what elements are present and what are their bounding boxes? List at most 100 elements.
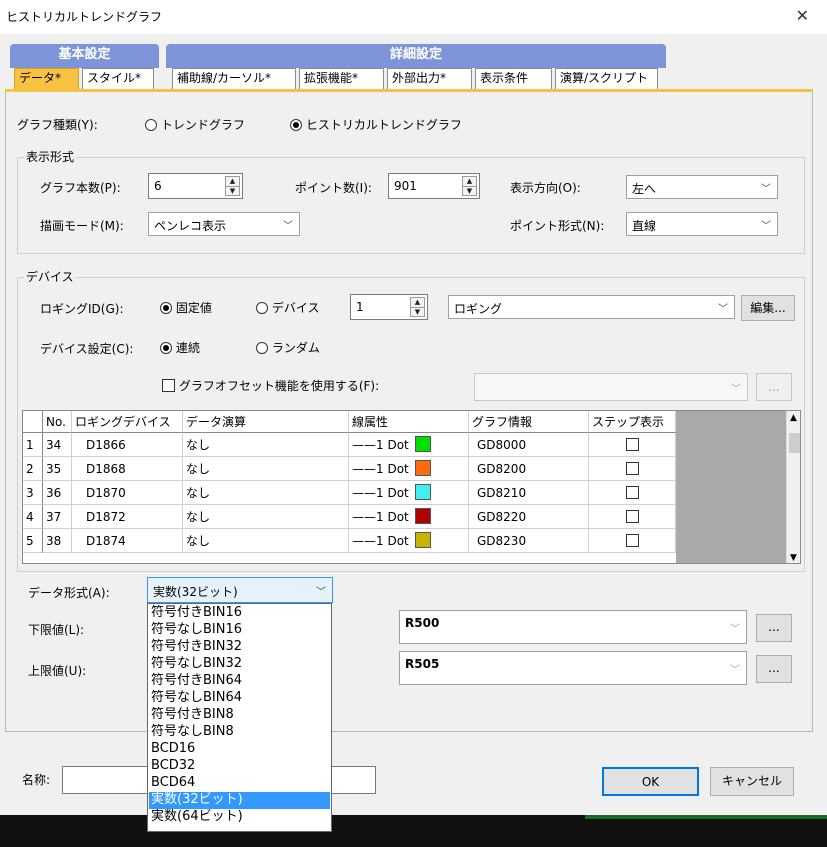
spin-up-icon[interactable]: ▲ xyxy=(226,177,239,187)
cell-calc[interactable]: なし xyxy=(183,433,349,457)
color-swatch[interactable] xyxy=(414,484,431,500)
radio-historical-trend-graph[interactable]: ヒストリカルトレンドグラフ xyxy=(290,116,462,133)
radio-button-icon[interactable] xyxy=(290,119,302,131)
cell-line[interactable]: ——1 Dot xyxy=(349,457,469,481)
tab-external-output[interactable]: 外部出力* xyxy=(387,68,472,89)
spin-buttons[interactable]: ▲ ▼ xyxy=(462,176,477,196)
checkbox-icon[interactable] xyxy=(625,534,639,547)
cell-calc[interactable]: なし xyxy=(183,505,349,529)
cell-no[interactable]: 34 xyxy=(43,433,72,457)
cell-device[interactable]: D1872 xyxy=(72,505,183,529)
edit-button[interactable]: 編集... xyxy=(741,295,795,321)
cell-no[interactable]: 35 xyxy=(43,457,72,481)
dropdown-option[interactable]: 符号なしBIN64 xyxy=(149,690,330,707)
logging-id-stepper[interactable]: 1 ▲ ▼ xyxy=(350,294,428,320)
radio-button-icon[interactable] xyxy=(256,342,268,354)
dropdown-option[interactable]: BCD64 xyxy=(149,775,330,792)
checkbox-icon[interactable] xyxy=(625,486,639,499)
cell-graph-info[interactable]: GD8000 xyxy=(469,433,589,457)
ok-button[interactable]: OK xyxy=(602,767,699,796)
dropdown-option[interactable]: BCD32 xyxy=(149,758,330,775)
cell-step[interactable] xyxy=(589,505,676,529)
spin-buttons[interactable]: ▲ ▼ xyxy=(225,176,240,196)
cell-graph-info[interactable]: GD8210 xyxy=(469,481,589,505)
scroll-up-icon[interactable]: ▲ xyxy=(790,413,797,423)
dropdown-option[interactable]: BCD16 xyxy=(149,741,330,758)
offset-select[interactable]: ﹀ xyxy=(474,373,748,401)
offset-more-button[interactable]: ... xyxy=(756,373,792,401)
close-icon[interactable]: ✕ xyxy=(796,6,809,25)
cell-graph-info[interactable]: GD8230 xyxy=(469,529,589,553)
radio-button-icon[interactable] xyxy=(256,302,268,314)
radio-device-random[interactable]: ランダム xyxy=(256,339,320,356)
logging-select[interactable]: ロギング ﹀ xyxy=(448,295,735,319)
tab-extension[interactable]: 拡張機能* xyxy=(299,68,384,89)
color-swatch[interactable] xyxy=(414,508,431,524)
radio-logging-fixed[interactable]: 固定値 xyxy=(160,299,212,316)
dropdown-option[interactable]: 符号付きBIN64 xyxy=(149,673,330,690)
cell-device[interactable]: D1870 xyxy=(72,481,183,505)
cell-graph-info[interactable]: GD8220 xyxy=(469,505,589,529)
point-format-select[interactable]: 直線 ﹀ xyxy=(626,212,778,236)
tab-data[interactable]: データ* xyxy=(14,68,79,89)
cell-line[interactable]: ——1 Dot xyxy=(349,529,469,553)
checkbox-icon[interactable] xyxy=(625,462,639,475)
dropdown-option[interactable]: 実数(64ビット) xyxy=(149,809,330,826)
cell-calc[interactable]: なし xyxy=(183,457,349,481)
dropdown-option[interactable]: 符号付きBIN8 xyxy=(149,707,330,724)
points-stepper[interactable]: 901 ▲ ▼ xyxy=(388,173,480,199)
upper-limit-more-button[interactable]: ... xyxy=(756,655,792,683)
tab-style[interactable]: スタイル* xyxy=(82,68,154,89)
radio-button-icon[interactable] xyxy=(160,302,172,314)
cell-line[interactable]: ——1 Dot xyxy=(349,433,469,457)
radio-device-continuous[interactable]: 連続 xyxy=(160,339,200,356)
cell-graph-info[interactable]: GD8200 xyxy=(469,457,589,481)
tab-display-condition[interactable]: 表示条件 xyxy=(475,68,552,89)
scroll-thumb[interactable] xyxy=(789,433,800,453)
cell-device[interactable]: D1868 xyxy=(72,457,183,481)
tab-calc-script[interactable]: 演算/スクリプト xyxy=(555,68,658,89)
cell-device[interactable]: D1866 xyxy=(72,433,183,457)
spin-down-icon[interactable]: ▼ xyxy=(411,308,424,318)
radio-button-icon[interactable] xyxy=(160,342,172,354)
table-vertical-scrollbar[interactable]: ▲ ▼ xyxy=(786,411,800,563)
spin-up-icon[interactable]: ▲ xyxy=(411,298,424,308)
graph-count-stepper[interactable]: 6 ▲ ▼ xyxy=(148,173,243,199)
data-format-dropdown[interactable]: 符号付きBIN16 符号なしBIN16 符号付きBIN32 符号なしBIN32 … xyxy=(147,603,332,832)
radio-logging-device[interactable]: デバイス xyxy=(256,299,319,316)
tab-auxline-cursor[interactable]: 補助線/カーソル* xyxy=(172,68,296,89)
color-swatch[interactable] xyxy=(414,460,431,476)
cell-device[interactable]: D1874 xyxy=(72,529,183,553)
spin-buttons[interactable]: ▲ ▼ xyxy=(410,297,425,317)
cell-step[interactable] xyxy=(589,529,676,553)
spin-down-icon[interactable]: ▼ xyxy=(463,187,476,197)
upper-limit-select[interactable]: R505 ﹀ xyxy=(399,651,747,685)
cell-step[interactable] xyxy=(589,481,676,505)
dropdown-option[interactable]: 符号付きBIN16 xyxy=(149,605,330,622)
scroll-down-icon[interactable]: ▼ xyxy=(790,553,797,563)
dropdown-option[interactable]: 符号付きBIN32 xyxy=(149,639,330,656)
direction-select[interactable]: 左へ ﹀ xyxy=(626,175,778,199)
data-format-select[interactable]: 実数(32ビット) ﹀ xyxy=(147,577,333,603)
dropdown-option-selected[interactable]: 実数(32ビット) xyxy=(149,792,330,809)
spin-up-icon[interactable]: ▲ xyxy=(463,177,476,187)
cell-calc[interactable]: なし xyxy=(183,529,349,553)
lower-limit-more-button[interactable]: ... xyxy=(756,614,792,642)
checkbox-icon[interactable] xyxy=(625,510,639,523)
checkbox-icon[interactable] xyxy=(625,438,639,451)
dropdown-option[interactable]: 符号なしBIN8 xyxy=(149,724,330,741)
lower-limit-select[interactable]: R500 ﹀ xyxy=(399,610,747,644)
cell-step[interactable] xyxy=(589,457,676,481)
dropdown-option[interactable]: 符号なしBIN32 xyxy=(149,656,330,673)
radio-trend-graph[interactable]: トレンドグラフ xyxy=(145,116,245,133)
cell-no[interactable]: 38 xyxy=(43,529,72,553)
cell-no[interactable]: 37 xyxy=(43,505,72,529)
color-swatch[interactable] xyxy=(414,436,431,452)
spin-down-icon[interactable]: ▼ xyxy=(226,187,239,197)
cell-step[interactable] xyxy=(589,433,676,457)
cancel-button[interactable]: キャンセル xyxy=(710,767,794,796)
draw-mode-select[interactable]: ペンレコ表示 ﹀ xyxy=(148,212,300,236)
cell-line[interactable]: ——1 Dot xyxy=(349,481,469,505)
cell-calc[interactable]: なし xyxy=(183,481,349,505)
cell-line[interactable]: ——1 Dot xyxy=(349,505,469,529)
